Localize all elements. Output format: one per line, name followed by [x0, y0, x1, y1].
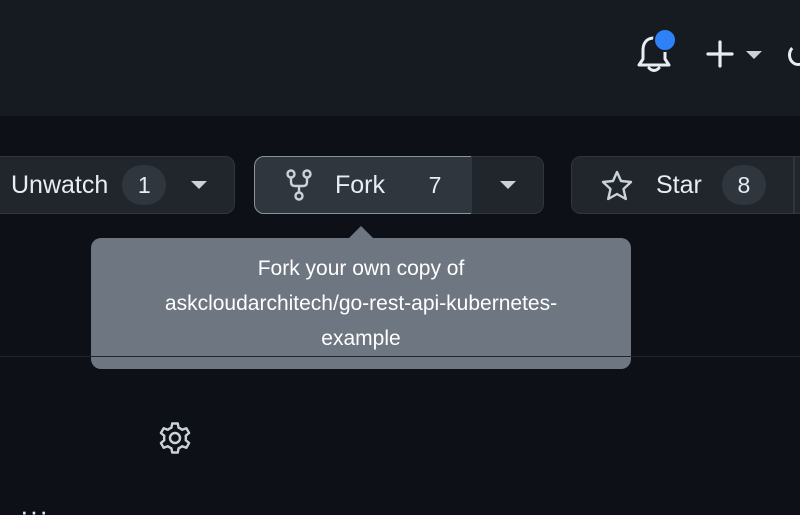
repo-forked-icon — [286, 169, 312, 201]
forks-count: 7 — [428, 171, 442, 198]
fork-dropdown-button[interactable] — [471, 156, 544, 214]
caret-down-icon — [746, 51, 762, 59]
notifications-button[interactable] — [636, 28, 677, 74]
star-dropdown-divider — [793, 156, 795, 214]
clipped-text: ··· — [20, 496, 49, 515]
unread-indicator — [653, 28, 677, 52]
fork-button[interactable]: Fork 7 — [254, 156, 472, 214]
tooltip-line-3: example — [321, 327, 401, 350]
star-icon — [601, 170, 633, 201]
user-menu-partial[interactable] — [788, 44, 800, 66]
tooltip-arrow — [349, 226, 373, 238]
tooltip-line-1: Fork your own copy of — [257, 257, 465, 280]
caret-down-icon — [499, 181, 516, 189]
caret-down-icon — [191, 181, 207, 189]
stars-count: 8 — [721, 165, 766, 205]
gear-icon[interactable] — [157, 420, 193, 456]
star-label: Star — [656, 170, 702, 199]
unwatch-label: Unwatch — [11, 170, 109, 199]
watchers-count: 1 — [122, 165, 167, 205]
tooltip-line-2: askcloudarchitech/go-rest-api-kubernetes… — [164, 292, 558, 315]
section-divider — [0, 356, 800, 357]
create-new-button[interactable] — [704, 38, 768, 70]
fork-label: Fork — [335, 170, 385, 199]
watch-dropdown-caret[interactable] — [191, 181, 207, 189]
unwatch-button[interactable]: Unwatch 1 — [0, 156, 235, 214]
fork-tooltip: Fork your own copy of askcloudarchitech/… — [91, 238, 631, 369]
repo-page: Unwatch 1 Fork 7 Star 8 Fork your own co… — [0, 0, 800, 515]
plus-icon — [706, 40, 734, 68]
global-header — [0, 0, 800, 116]
star-button[interactable]: Star 8 — [571, 156, 800, 214]
